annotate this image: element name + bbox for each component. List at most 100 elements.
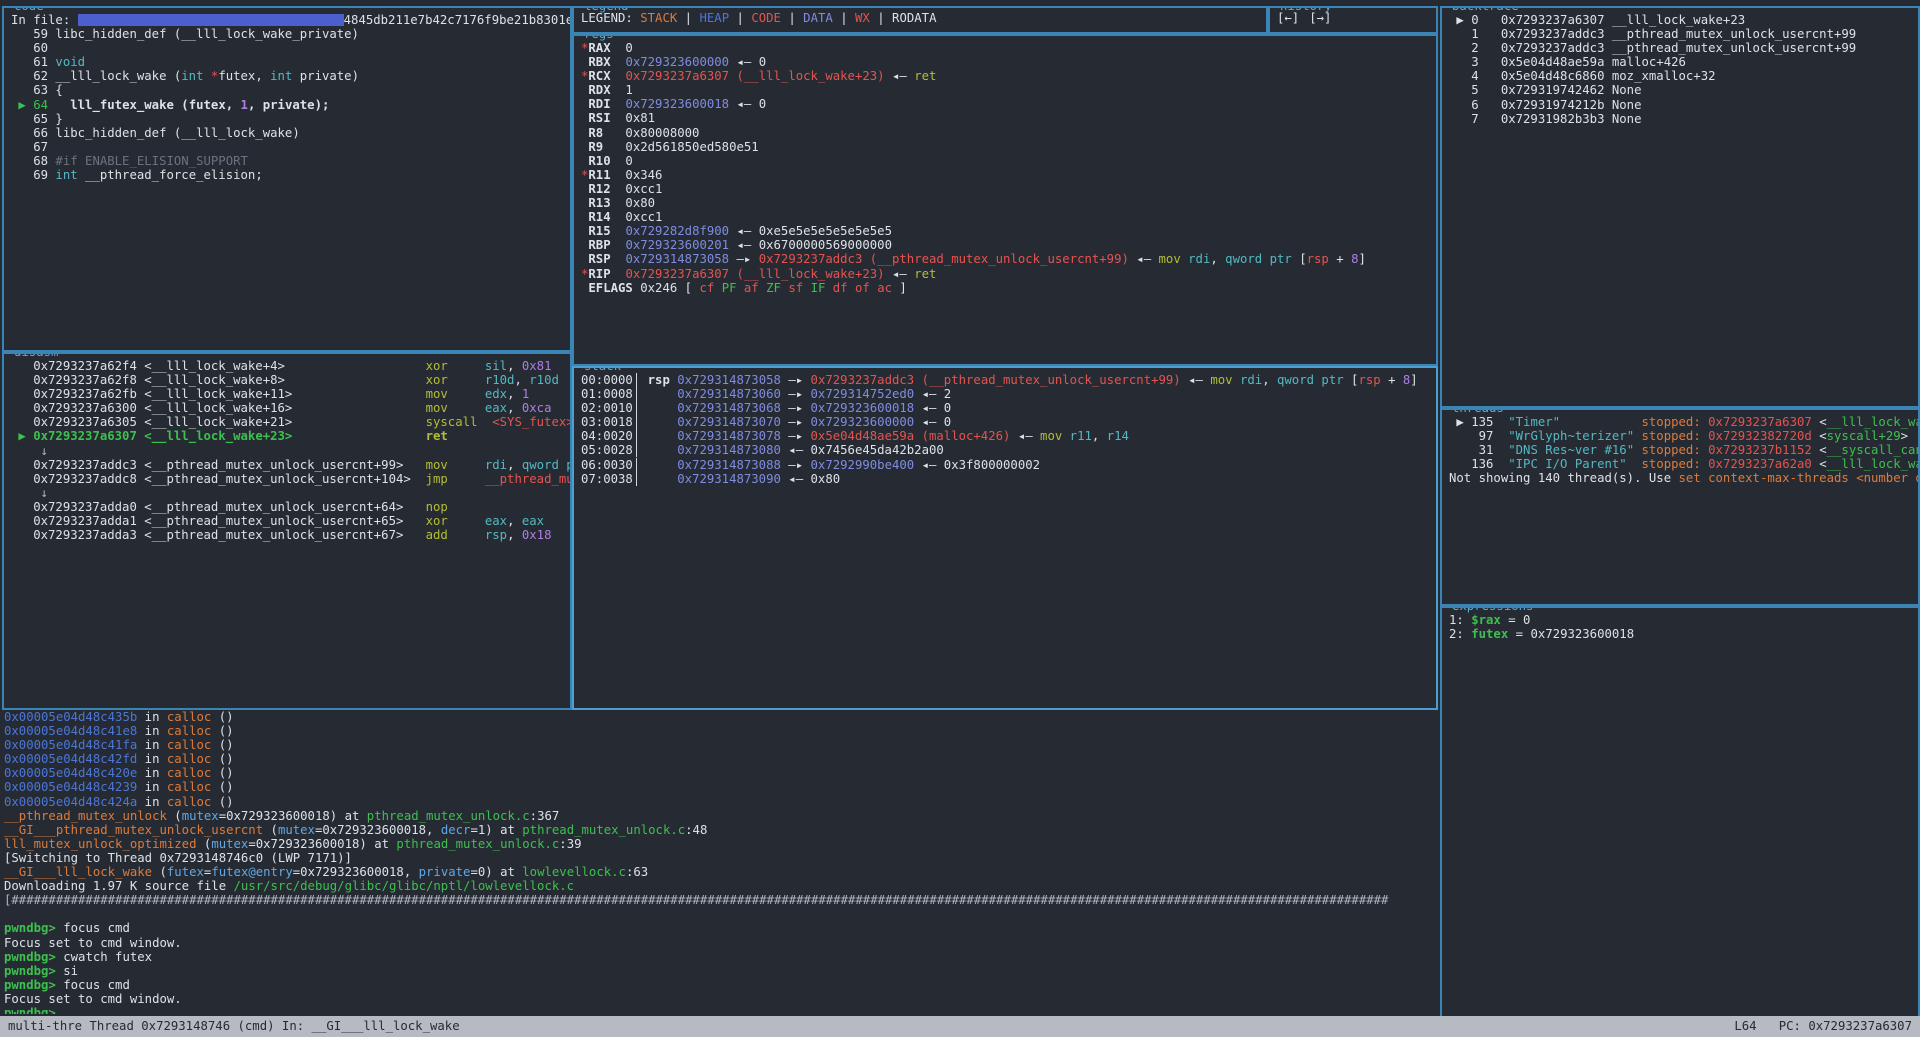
stack-panel: stack 00:0000│ rsp 0x729314873058 —▸ 0x7…	[572, 366, 1438, 710]
terminal-line: 31 "DNS Res~ver #16" stopped: 0x7293237b…	[1449, 443, 1918, 457]
terminal-line: 4 0x5e04d48c6860 moz_xmalloc+32	[1449, 69, 1918, 83]
terminal-line: pwndbg> si	[4, 964, 1434, 978]
terminal-line: 0x7293237a6305 <__lll_lock_wake+21> sysc…	[11, 415, 570, 429]
expressions-panel: expressions 1: $rax = 02: futex = 0x7293…	[1440, 606, 1920, 1018]
terminal-line: 01:0008│ 0x729314873060 —▸ 0x729314752ed…	[581, 387, 1436, 401]
terminal-line: R14 0xcc1	[581, 210, 1436, 224]
disasm-panel-body: 0x7293237a62f4 <__lll_lock_wake+4> xor s…	[4, 354, 570, 708]
terminal-line: 3 0x5e04d48ae59a malloc+426	[1449, 55, 1918, 69]
terminal-line: 0x00005e04d48c4239 in calloc ()	[4, 780, 1434, 794]
terminal-line: ▶ 135 "Timer" stopped: 0x7293237a6307 <_…	[1449, 415, 1918, 429]
terminal-line: 62 __lll_lock_wake (int *futex, int priv…	[11, 69, 570, 83]
terminal-line: 0x7293237adda3 <__pthread_mutex_unlock_u…	[11, 528, 570, 542]
terminal-line: 97 "WrGlyph~terizer" stopped: 0x72932382…	[1449, 429, 1918, 443]
terminal-line: __GI___pthread_mutex_unlock_usercnt (mut…	[4, 823, 1434, 837]
terminal-line: __pthread_mutex_unlock (mutex=0x72932360…	[4, 809, 1434, 823]
history-forward-button[interactable]: [→]	[1309, 11, 1331, 32]
terminal-line: R9 0x2d561850ed580e51	[581, 140, 1436, 154]
terminal-line: RBP 0x729323600201 ◂— 0x6700000569000000	[581, 238, 1436, 252]
legend-panel: legend LEGEND: STACK | HEAP | CODE | DAT…	[572, 6, 1268, 34]
terminal-line: 69 int __pthread_force_elision;	[11, 168, 570, 182]
history-panel: history [←] [→]	[1268, 6, 1438, 34]
terminal-line: pwndbg> focus cmd	[4, 921, 1434, 935]
terminal-line: 66 libc_hidden_def (__lll_lock_wake)	[11, 126, 570, 140]
terminal-line: 63 {	[11, 83, 570, 97]
terminal-line: R10 0	[581, 154, 1436, 168]
terminal-line: Downloading 1.97 K source file /usr/src/…	[4, 879, 1434, 893]
terminal-line: pwndbg>	[4, 1006, 1434, 1014]
terminal-line: 0x00005e04d48c42fd in calloc ()	[4, 752, 1434, 766]
gdb-output-log: 0x00005e04d48c435b in calloc ()0x00005e0…	[4, 710, 1434, 921]
history-back-button[interactable]: [←]	[1277, 11, 1299, 32]
status-left: multi-thre Thread 0x7293148746 (cmd) In:…	[8, 1019, 460, 1033]
terminal-line: 02:0010│ 0x729314873068 —▸ 0x72932360001…	[581, 401, 1436, 415]
terminal-line: *RAX 0	[581, 41, 1436, 55]
status-right: L64 PC: 0x7293237a6307	[1734, 1019, 1912, 1033]
terminal-line: 60	[11, 41, 570, 55]
terminal-line: 65 }	[11, 112, 570, 126]
terminal-line: ▶ 0 0x7293237a6307 __lll_lock_wake+23	[1449, 13, 1918, 27]
terminal-line: 5 0x729319742462 None	[1449, 83, 1918, 97]
backtrace-panel-body: ▶ 0 0x7293237a6307 __lll_lock_wake+23 1 …	[1442, 8, 1918, 406]
terminal-line: 67	[11, 140, 570, 154]
code-panel-body: In file: 4845db211e7b42c7176f9be21b8301e…	[4, 8, 570, 350]
status-bar: multi-thre Thread 0x7293148746 (cmd) In:…	[0, 1016, 1920, 1037]
threads-panel-body: ▶ 135 "Timer" stopped: 0x7293237a6307 <_…	[1442, 410, 1918, 604]
terminal-line: ▶ 64 lll_futex_wake (futex, 1, private);	[11, 98, 570, 112]
terminal-line: R15 0x729282d8f900 ◂— 0xe5e5e5e5e5e5e5e5	[581, 224, 1436, 238]
terminal-line: 68 #if ENABLE_ELISION_SUPPORT	[11, 154, 570, 168]
terminal-line: RSI 0x81	[581, 111, 1436, 125]
log-area: 0x00005e04d48c435b in calloc ()0x00005e0…	[4, 710, 1434, 1014]
terminal-line: Focus set to cmd window.	[4, 936, 1434, 950]
terminal-line: ▶ 0x7293237a6307 <__lll_lock_wake+23> re…	[11, 429, 570, 443]
terminal-line: 6 0x72931974212b None	[1449, 98, 1918, 112]
terminal-line: 0x7293237a62fb <__lll_lock_wake+11> mov …	[11, 387, 570, 401]
terminal-line: 0x00005e04d48c424a in calloc ()	[4, 795, 1434, 809]
terminal-line: 06:0030│ 0x729314873088 —▸ 0x7292990be40…	[581, 458, 1436, 472]
terminal-line: 05:0028│ 0x729314873080 ◂— 0x7456e45da42…	[581, 443, 1436, 457]
terminal-line: 61 void	[11, 55, 570, 69]
terminal-line: 1 0x7293237addc3 __pthread_mutex_unlock_…	[1449, 27, 1918, 41]
terminal-line: 0x7293237a6300 <__lll_lock_wake+16> mov …	[11, 401, 570, 415]
terminal-line: 7 0x72931982b3b3 None	[1449, 112, 1918, 126]
terminal-line: [Switching to Thread 0x7293148746c0 (LWP…	[4, 851, 1434, 865]
terminal-line: 136 "IPC I/O Parent" stopped: 0x7293237a…	[1449, 457, 1918, 471]
terminal-line: 07:0038│ 0x729314873090 ◂— 0x80	[581, 472, 1436, 486]
terminal-line: 0x00005e04d48c435b in calloc ()	[4, 710, 1434, 724]
terminal-line: *R11 0x346	[581, 168, 1436, 182]
terminal-line: __GI___lll_lock_wake (futex=futex@entry=…	[4, 865, 1434, 879]
disasm-panel: disasm 0x7293237a62f4 <__lll_lock_wake+4…	[2, 352, 572, 710]
terminal-line: 00:0000│ rsp 0x729314873058 —▸ 0x7293237…	[581, 373, 1436, 387]
terminal-line: 0x7293237a62f4 <__lll_lock_wake+4> xor s…	[11, 359, 570, 373]
terminal-line: Focus set to cmd window.	[4, 992, 1434, 1006]
terminal-line: LEGEND: STACK | HEAP | CODE | DATA | WX …	[581, 11, 1266, 25]
terminal-line: 0x7293237addc8 <__pthread_mutex_unlock_u…	[11, 472, 570, 486]
command-prompt-log[interactable]: pwndbg> focus cmdFocus set to cmd window…	[4, 921, 1434, 1014]
terminal-line: RBX 0x729323600000 ◂— 0	[581, 55, 1436, 69]
redacted-file-path	[78, 14, 344, 26]
terminal-line: RSP 0x729314873058 —▸ 0x7293237addc3 (__…	[581, 252, 1436, 266]
terminal-line: 2 0x7293237addc3 __pthread_mutex_unlock_…	[1449, 41, 1918, 55]
terminal-line: 04:0020│ 0x729314873078 —▸ 0x5e04d48ae59…	[581, 429, 1436, 443]
history-panel-body: [←] [→]	[1270, 8, 1436, 32]
terminal-line: R12 0xcc1	[581, 182, 1436, 196]
terminal-line: Not showing 140 thread(s). Use set conte…	[1449, 471, 1918, 485]
terminal-line: RDI 0x729323600018 ◂— 0	[581, 97, 1436, 111]
terminal-line: R13 0x80	[581, 196, 1436, 210]
terminal-line: EFLAGS 0x246 [ cf PF af ZF sf IF df of a…	[581, 281, 1436, 295]
terminal-line: *RIP 0x7293237a6307 (__lll_lock_wake+23)…	[581, 267, 1436, 281]
terminal-line: 59 libc_hidden_def (__lll_lock_wake_priv…	[11, 27, 570, 41]
terminal-line: pwndbg> focus cmd	[4, 978, 1434, 992]
backtrace-panel: backtrace ▶ 0 0x7293237a6307 __lll_lock_…	[1440, 6, 1920, 408]
regs-panel: regs *RAX 0 RBX 0x729323600000 ◂— 0*RCX …	[572, 34, 1438, 366]
terminal-line: 2: futex = 0x729323600018	[1449, 627, 1918, 641]
terminal-line: RDX 1	[581, 83, 1436, 97]
pwndbg-terminal: code In file: 4845db211e7b42c7176f9be21b…	[0, 0, 1920, 1037]
terminal-line: pwndbg> cwatch futex	[4, 950, 1434, 964]
terminal-line: [#######################################…	[4, 893, 1434, 907]
terminal-line: 0x7293237adda0 <__pthread_mutex_unlock_u…	[11, 500, 570, 514]
terminal-line: ↓	[11, 444, 570, 458]
terminal-line: 0x00005e04d48c41e8 in calloc ()	[4, 724, 1434, 738]
legend-panel-body: LEGEND: STACK | HEAP | CODE | DATA | WX …	[574, 8, 1266, 32]
terminal-line: lll_mutex_unlock_optimized (mutex=0x7293…	[4, 837, 1434, 851]
